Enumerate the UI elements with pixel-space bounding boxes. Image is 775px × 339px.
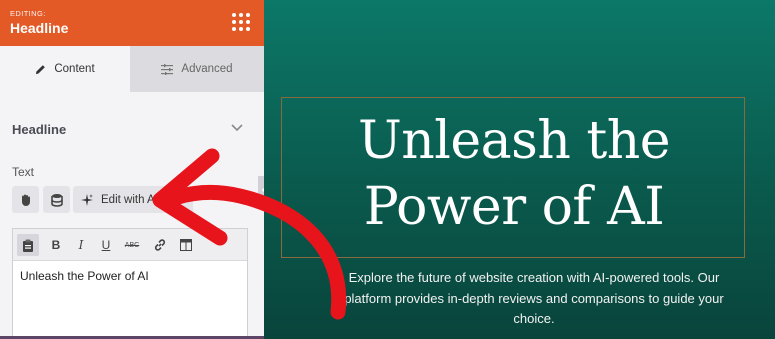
bold-button[interactable]: B (45, 234, 67, 256)
headline-block[interactable]: Unleash the Power of AI (281, 97, 745, 258)
database-icon (50, 193, 63, 207)
link-icon (154, 239, 166, 251)
editor-content[interactable]: Unleash the Power of AI (20, 269, 149, 283)
tab-advanced-label: Advanced (181, 63, 233, 75)
headline-line-1: Unleash the (357, 111, 671, 171)
section-title: Headline (12, 122, 67, 137)
database-button[interactable] (43, 186, 70, 213)
edit-with-ai-label: Edit with AI (101, 193, 158, 206)
tab-content-label: Content (54, 63, 95, 75)
sparkle-icon (81, 193, 93, 206)
rich-text-editor: B I U ABC Unleash the Power of AI (12, 228, 248, 339)
subtext-paragraph[interactable]: Explore the future of website creation w… (324, 268, 744, 330)
table-icon (180, 239, 192, 251)
page-preview: Unleash the Power of AI Explore the futu… (264, 0, 775, 339)
table-button[interactable] (175, 234, 197, 256)
editing-label: EDITING: (10, 9, 46, 18)
text-field-label: Text (12, 165, 35, 179)
editor-toolbar: B I U ABC (13, 229, 247, 261)
link-button[interactable] (149, 234, 171, 256)
strikethrough-button[interactable]: ABC (121, 234, 143, 256)
sliders-icon (161, 63, 174, 75)
hand-icon (21, 194, 30, 206)
chevron-down-icon[interactable] (230, 123, 244, 133)
tab-advanced[interactable]: Advanced (130, 46, 264, 92)
edit-with-ai-button[interactable]: Edit with AI (73, 186, 193, 213)
headline-line-2: Power of AI (363, 177, 665, 237)
tab-content[interactable]: Content (0, 46, 130, 92)
pencil-icon (36, 64, 46, 74)
dynamic-content-button[interactable] (12, 186, 39, 213)
grid-menu-icon[interactable] (232, 13, 250, 31)
paste-button[interactable] (17, 234, 39, 256)
tab-bar: Content Advanced (0, 46, 264, 92)
italic-button[interactable]: I (70, 234, 92, 256)
panel-title: Headline (10, 20, 69, 36)
underline-button[interactable]: U (95, 234, 117, 256)
panel-header: EDITING: Headline (0, 0, 264, 46)
editor-panel: EDITING: Headline Content Advanced Headl… (0, 0, 264, 339)
headline-text: Unleash the Power of AI (282, 108, 746, 240)
clipboard-icon (23, 239, 33, 252)
